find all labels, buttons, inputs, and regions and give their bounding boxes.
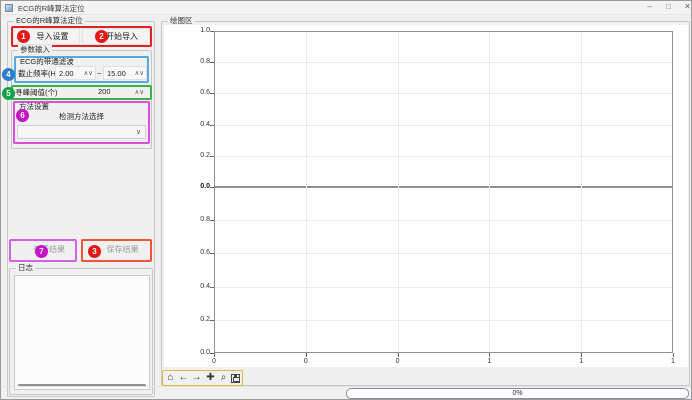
log-group-title: 日志 [16, 263, 35, 273]
spinner-arrows-icon[interactable]: ∧∨ [134, 88, 144, 96]
badge-7: 7 [35, 245, 48, 258]
gridline-v [581, 32, 582, 352]
low-cutoff-value[interactable]: 2.00 [59, 69, 74, 78]
maximize-button[interactable]: □ [660, 1, 677, 13]
badge-2: 2 [95, 30, 108, 43]
log-group: 日志 [9, 268, 153, 395]
badge-3: 3 [88, 245, 101, 258]
start-import-button[interactable]: 开始导入 [82, 28, 150, 45]
close-button[interactable]: ✕ [679, 1, 692, 13]
x-tick-mark [398, 353, 399, 357]
low-cutoff-spinbox[interactable]: 2.00 ∧∨ [55, 66, 96, 80]
peak-threshold-value[interactable]: 200 [98, 87, 111, 96]
back-icon[interactable]: ← [177, 371, 190, 385]
chevron-down-icon[interactable]: ∨ [136, 128, 141, 136]
badge-4: 4 [2, 68, 15, 81]
plot-canvas[interactable]: 1.00.80.60.40.20.00.80.60.40.20.0000111 [164, 25, 688, 367]
x-tick-label: 0 [206, 358, 222, 366]
plot-axes: 1.00.80.60.40.20.00.80.60.40.20.0000111 [214, 31, 673, 353]
y-tick-label: 1.0 [184, 27, 210, 35]
y-tick-label: 0.8 [184, 216, 210, 224]
pan-icon[interactable]: ✚ [204, 371, 217, 385]
peak-threshold-spinbox[interactable]: 200 ∧∨ [76, 86, 146, 99]
params-group-title: 参数输入 [18, 45, 52, 55]
spinner-arrows-icon[interactable]: ∧∨ [134, 69, 144, 77]
y-tick-label: 0.6 [184, 89, 210, 97]
spinner-arrows-icon[interactable]: ∧∨ [83, 69, 93, 77]
left-panel-group-title: ECG的R峰算法定位 [14, 16, 85, 26]
method-combobox[interactable]: ∨ [17, 125, 146, 139]
high-cutoff-value[interactable]: 15.00 [107, 69, 126, 78]
gridline-v [489, 32, 490, 352]
x-tick-mark [581, 353, 582, 357]
statusbar-divider [1, 386, 691, 387]
save-icon[interactable] [229, 371, 242, 385]
forward-icon[interactable]: → [190, 371, 203, 385]
y-tick-label: 0.2 [184, 316, 210, 324]
home-icon[interactable]: ⌂ [164, 371, 177, 385]
y-tick-label: 0.6 [184, 249, 210, 257]
x-tick-label: 1 [481, 358, 497, 366]
badge-1: 1 [17, 30, 30, 43]
y-tick-label: 0.2 [184, 152, 210, 160]
x-tick-label: 1 [573, 358, 589, 366]
title-bar: ECG的R峰算法定位 – □ ✕ [1, 1, 691, 15]
y-tick-label: 0.4 [184, 283, 210, 291]
log-output[interactable] [14, 275, 150, 390]
app-window: ECG的R峰算法定位 – □ ✕ ECG的R峰算法定位 导入设置 开始导入 1 … [0, 0, 692, 400]
subplot-bottom [214, 187, 673, 353]
gridline-v [398, 32, 399, 352]
badge-5: 5 [2, 87, 15, 100]
x-tick-mark [489, 353, 490, 357]
x-tick-label: 0 [298, 358, 314, 366]
x-tick-mark [214, 353, 215, 357]
window-title: ECG的R峰算法定位 [18, 3, 85, 14]
subplot-top [214, 31, 673, 187]
y-tick-label: 0.8 [184, 58, 210, 66]
x-tick-label: 1 [665, 358, 681, 366]
gridline-v [306, 32, 307, 352]
method-select-label: 检测方法选择 [13, 112, 150, 122]
progress-text: 0% [512, 390, 522, 397]
high-cutoff-spinbox[interactable]: 15.00 ∧∨ [103, 66, 147, 80]
x-tick-label: 0 [390, 358, 406, 366]
floppy-glyph [231, 374, 240, 383]
range-separator: ~ [97, 69, 101, 79]
y-tick-label: 0.4 [184, 121, 210, 129]
progress-bar: 0% [346, 388, 689, 399]
app-icon [5, 4, 13, 12]
peak-threshold-label: 寻峰阈值(个) [15, 88, 58, 98]
y-tick-label: 0.0 [184, 183, 210, 191]
y-tick-label: 0.0 [184, 349, 210, 357]
minimize-button[interactable]: – [641, 1, 658, 13]
badge-6: 6 [16, 109, 29, 122]
x-tick-mark [673, 353, 674, 357]
x-tick-mark [306, 353, 307, 357]
